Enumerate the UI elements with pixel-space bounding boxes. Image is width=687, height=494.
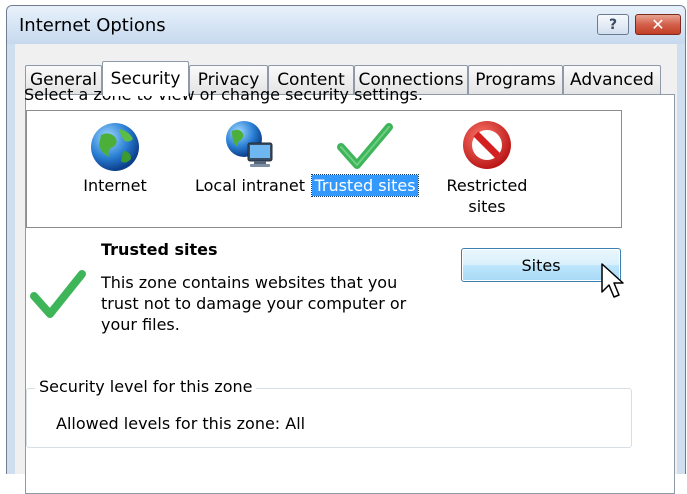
zone-internet[interactable]: Internet: [55, 111, 175, 229]
close-button[interactable]: ✕: [635, 14, 681, 35]
title-bar[interactable]: Internet Options ? ✕: [7, 6, 685, 44]
zone-label: Trusted sites: [310, 174, 420, 197]
zone-local-intranet[interactable]: Local intranet: [182, 111, 318, 229]
tab-programs[interactable]: Programs: [468, 65, 563, 94]
checkmark-icon: [337, 123, 393, 169]
help-button[interactable]: ?: [597, 14, 629, 35]
zone-label: Internet: [83, 176, 147, 195]
tab-security[interactable]: Security: [102, 61, 189, 96]
security-level-group-label: Security level for this zone: [35, 377, 257, 396]
globe-icon: [91, 123, 139, 171]
zone-label: Local intranet: [194, 176, 306, 195]
zone-label-line1: Restricted: [446, 176, 528, 195]
restricted-icon: [463, 121, 511, 169]
tab-advanced[interactable]: Advanced: [563, 65, 661, 94]
zone-trusted-sites[interactable]: Trusted sites: [310, 111, 420, 229]
zone-prompt: Select a zone to view or change security…: [24, 85, 423, 104]
mouse-cursor-icon: [601, 263, 624, 298]
zone-label-line2: sites: [468, 197, 506, 216]
selected-zone-description: This zone contains websites that you tru…: [101, 273, 407, 334]
zone-label: Restricted sites: [427, 175, 547, 217]
selected-zone-title: Trusted sites: [101, 240, 218, 259]
selected-zone-label: Trusted sites: [311, 174, 419, 197]
zone-list: Internet Local intranet Trusted sites Re…: [26, 110, 622, 228]
trusted-checkmark-icon: [30, 270, 86, 318]
zone-restricted-sites[interactable]: Restricted sites: [427, 111, 547, 229]
window-title: Internet Options: [19, 15, 166, 36]
sites-button[interactable]: Sites: [461, 248, 621, 282]
allowed-levels-text: Allowed levels for this zone: All: [56, 414, 306, 433]
intranet-icon: [226, 121, 273, 167]
